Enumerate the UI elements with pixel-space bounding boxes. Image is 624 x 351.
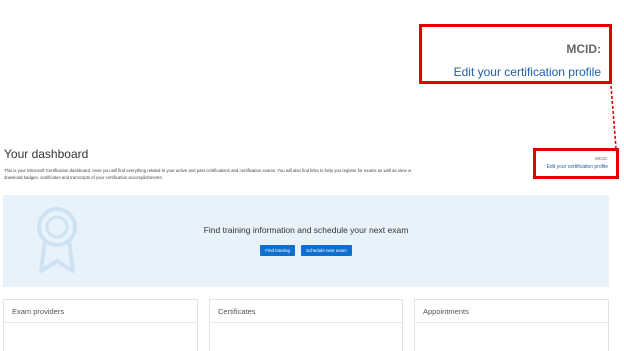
training-banner: Find training information and schedule y… bbox=[3, 195, 609, 287]
banner-buttons: Find training Schedule next exam bbox=[3, 245, 609, 256]
banner-title: Find training information and schedule y… bbox=[203, 225, 409, 235]
edit-profile-link[interactable]: Edit your certification profile bbox=[454, 65, 601, 79]
page-title: Your dashboard bbox=[4, 147, 89, 161]
card-divider bbox=[415, 322, 608, 323]
certificates-card: Certificates bbox=[209, 299, 403, 351]
schedule-exam-button[interactable]: Schedule next exam bbox=[300, 245, 352, 256]
mcid-label: MCID: bbox=[566, 42, 601, 56]
card-title: Appointments bbox=[423, 307, 469, 316]
appointments-card: Appointments bbox=[414, 299, 609, 351]
profile-box: MCID: Edit your certification profile bbox=[533, 148, 619, 179]
mcid-label-small: MCID: bbox=[595, 156, 608, 161]
card-divider bbox=[210, 322, 402, 323]
profile-callout: MCID: Edit your certification profile bbox=[419, 24, 612, 84]
card-title: Exam providers bbox=[12, 307, 65, 316]
card-divider bbox=[4, 322, 197, 323]
certificate-ribbon-icon bbox=[37, 207, 77, 273]
exam-providers-card: Exam providers bbox=[3, 299, 198, 351]
find-training-button[interactable]: Find training bbox=[260, 245, 295, 256]
page-description: This is your Microsoft Certification das… bbox=[4, 168, 412, 180]
edit-profile-link-small[interactable]: Edit your certification profile bbox=[547, 164, 608, 170]
card-title: Certificates bbox=[218, 307, 256, 316]
